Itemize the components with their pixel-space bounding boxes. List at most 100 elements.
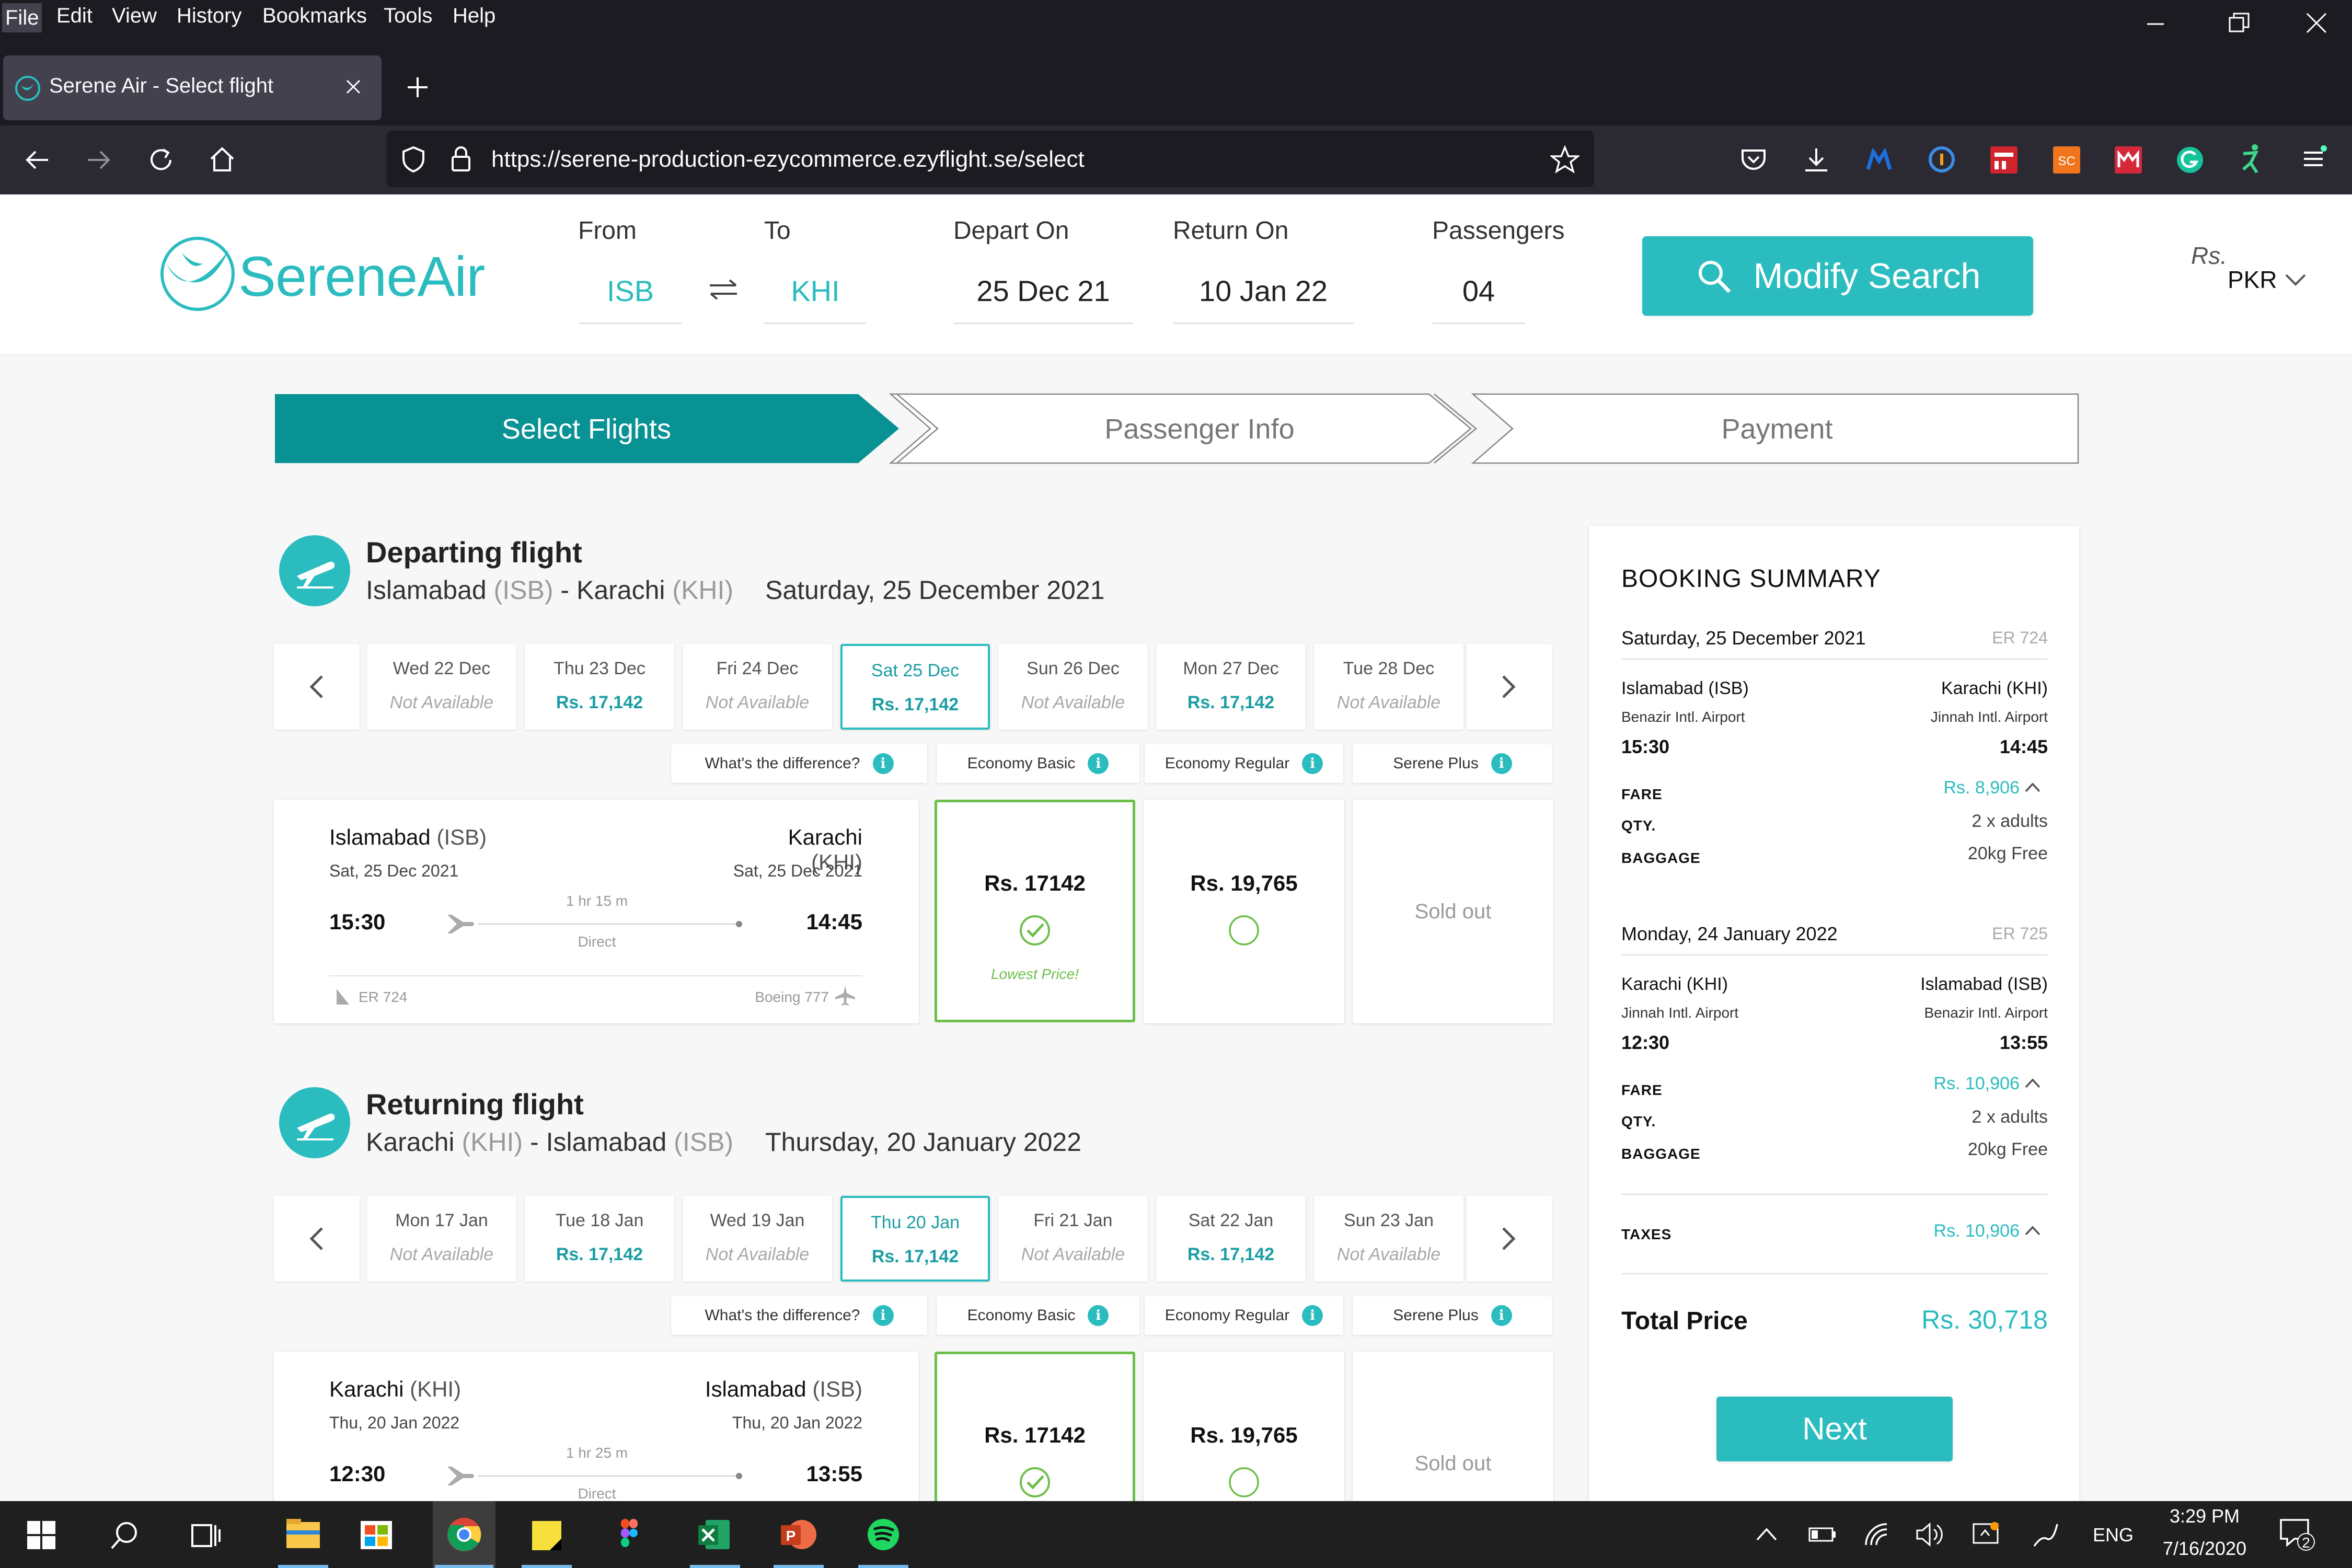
date-option-3[interactable]: Sat 25 Dec Rs. 17,142 xyxy=(840,644,990,730)
info-icon[interactable]: i xyxy=(1491,1305,1512,1326)
swap-icon[interactable] xyxy=(707,277,740,302)
pocket-icon[interactable] xyxy=(1740,147,1767,172)
date-option-5[interactable]: Sat 22 Jan Rs. 17,142 xyxy=(1156,1196,1306,1282)
task-view-icon[interactable] xyxy=(190,1520,223,1550)
menu-edit[interactable]: Edit xyxy=(56,4,93,28)
serene-plus-tab[interactable]: Serene Plus i xyxy=(1353,744,1552,783)
return-date-field[interactable]: 10 Jan 22 xyxy=(1173,274,1354,324)
taskbar-figma[interactable] xyxy=(602,1501,656,1568)
taskbar-store[interactable] xyxy=(349,1501,403,1568)
serene-plus-tab[interactable]: Serene Plus i xyxy=(1353,1296,1552,1335)
summary-out-fare[interactable]: Rs. 8,906 xyxy=(1882,778,2020,798)
windows-start-icon[interactable] xyxy=(26,1520,56,1550)
date-option-2[interactable]: Fri 24 Dec Not Available xyxy=(683,644,832,730)
restore-icon[interactable] xyxy=(2228,11,2251,34)
radio-empty-icon[interactable] xyxy=(1227,1466,1261,1499)
pen-icon[interactable] xyxy=(2031,1521,2060,1549)
menu-history[interactable]: History xyxy=(177,4,241,28)
home-icon[interactable] xyxy=(208,145,236,174)
modify-search-button[interactable]: Modify Search xyxy=(1642,236,2033,316)
extension-m-icon[interactable] xyxy=(2114,145,2143,175)
taskbar-excel[interactable] xyxy=(688,1501,742,1568)
menu-tools[interactable]: Tools xyxy=(384,4,432,28)
menu-help[interactable]: Help xyxy=(453,4,495,28)
chevron-left-icon[interactable] xyxy=(306,674,327,699)
hamburger-menu-icon[interactable] xyxy=(2302,144,2329,174)
logo-text[interactable]: SereneAir xyxy=(238,244,485,309)
info-icon[interactable]: i xyxy=(1302,1305,1323,1326)
chevron-right-icon[interactable] xyxy=(1498,1226,1519,1251)
language-indicator[interactable]: ENG xyxy=(2093,1524,2134,1546)
economy-regular-tab[interactable]: Economy Regular i xyxy=(1145,744,1343,783)
chevron-right-icon[interactable] xyxy=(1498,674,1519,699)
menu-view[interactable]: View xyxy=(112,4,157,28)
clock-time[interactable]: 3:29 PM xyxy=(2152,1505,2257,1527)
close-window-icon[interactable] xyxy=(2305,11,2328,34)
whats-difference-tab[interactable]: What's the difference? i xyxy=(671,744,927,783)
next-button[interactable]: Next xyxy=(1716,1397,1953,1461)
taskbar-chrome[interactable] xyxy=(433,1501,495,1568)
date-option-2[interactable]: Wed 19 Jan Not Available xyxy=(683,1196,832,1282)
taskbar-sticky-notes[interactable] xyxy=(520,1501,574,1568)
info-icon[interactable]: i xyxy=(1491,753,1512,774)
search-icon[interactable] xyxy=(110,1520,140,1550)
extension-info-icon[interactable] xyxy=(1928,145,1956,174)
volume-icon[interactable] xyxy=(1915,1521,1944,1548)
date-option-5[interactable]: Mon 27 Dec Rs. 17,142 xyxy=(1156,644,1306,730)
info-icon[interactable]: i xyxy=(1302,753,1323,774)
currency-selector[interactable]: PKR xyxy=(2228,266,2277,294)
forward-icon[interactable] xyxy=(86,148,112,171)
extension-run-icon[interactable] xyxy=(2238,143,2267,175)
summary-in-fare[interactable]: Rs. 10,906 xyxy=(1882,1074,2020,1094)
menu-file[interactable]: File xyxy=(2,3,42,32)
shield-icon[interactable] xyxy=(400,145,426,174)
meet-now-icon[interactable] xyxy=(1971,1520,2002,1549)
dep-fare-economy-regular[interactable] xyxy=(1144,800,1344,1023)
extension-red-icon[interactable] xyxy=(1989,145,2019,175)
date-option-1[interactable]: Thu 23 Dec Rs. 17,142 xyxy=(525,644,674,730)
step-select-flights[interactable]: Select Flights xyxy=(274,413,899,445)
from-field[interactable]: ISB xyxy=(579,274,682,324)
date-option-3[interactable]: Thu 20 Jan Rs. 17,142 xyxy=(840,1196,990,1282)
step-passenger-info[interactable]: Passenger Info xyxy=(930,413,1469,445)
info-icon[interactable]: i xyxy=(1088,753,1109,774)
downloads-icon[interactable] xyxy=(1803,146,1829,174)
economy-basic-tab[interactable]: Economy Basic i xyxy=(937,744,1139,783)
date-option-6[interactable]: Sun 23 Jan Not Available xyxy=(1314,1196,1463,1282)
grammarly-icon[interactable] xyxy=(2175,145,2205,175)
dep-fare-economy-basic[interactable] xyxy=(935,800,1135,1022)
passengers-field[interactable]: 04 xyxy=(1432,274,1525,324)
chevron-up-icon[interactable] xyxy=(2024,781,2042,793)
chevron-left-icon[interactable] xyxy=(306,1226,327,1251)
step-payment[interactable]: Payment xyxy=(1516,413,2038,445)
bookmark-star-icon[interactable] xyxy=(1550,145,1579,175)
minimize-icon[interactable] xyxy=(2145,14,2166,34)
new-tab-icon[interactable] xyxy=(406,75,430,99)
date-option-0[interactable]: Wed 22 Dec Not Available xyxy=(367,644,516,730)
battery-icon[interactable] xyxy=(1808,1525,1837,1544)
radio-empty-icon[interactable] xyxy=(1227,914,1261,947)
lock-icon[interactable] xyxy=(449,144,472,174)
date-option-0[interactable]: Mon 17 Jan Not Available xyxy=(367,1196,516,1282)
wifi-icon[interactable] xyxy=(1863,1522,1890,1547)
reload-icon[interactable] xyxy=(147,146,175,174)
economy-regular-tab[interactable]: Economy Regular i xyxy=(1145,1296,1343,1335)
taskbar-spotify[interactable] xyxy=(856,1501,910,1568)
info-icon[interactable]: i xyxy=(872,1305,894,1326)
chevron-up-icon[interactable] xyxy=(2024,1224,2042,1237)
chevron-up-icon[interactable] xyxy=(2024,1077,2042,1089)
back-icon[interactable] xyxy=(24,148,50,171)
malwarebytes-icon[interactable] xyxy=(1866,148,1892,171)
date-option-4[interactable]: Sun 26 Dec Not Available xyxy=(998,644,1148,730)
date-option-6[interactable]: Tue 28 Dec Not Available xyxy=(1314,644,1463,730)
extension-sc-icon[interactable]: SC xyxy=(2052,145,2081,175)
info-icon[interactable]: i xyxy=(1088,1305,1109,1326)
info-icon[interactable]: i xyxy=(872,753,894,774)
taskbar-file-explorer[interactable] xyxy=(276,1501,330,1568)
economy-basic-tab[interactable]: Economy Basic i xyxy=(937,1296,1139,1335)
menu-bookmarks[interactable]: Bookmarks xyxy=(262,4,367,28)
tab-close-icon[interactable] xyxy=(344,77,363,96)
to-field[interactable]: KHI xyxy=(764,274,867,324)
whats-difference-tab[interactable]: What's the difference? i xyxy=(671,1296,927,1335)
clock-date[interactable]: 7/16/2020 xyxy=(2152,1538,2257,1560)
